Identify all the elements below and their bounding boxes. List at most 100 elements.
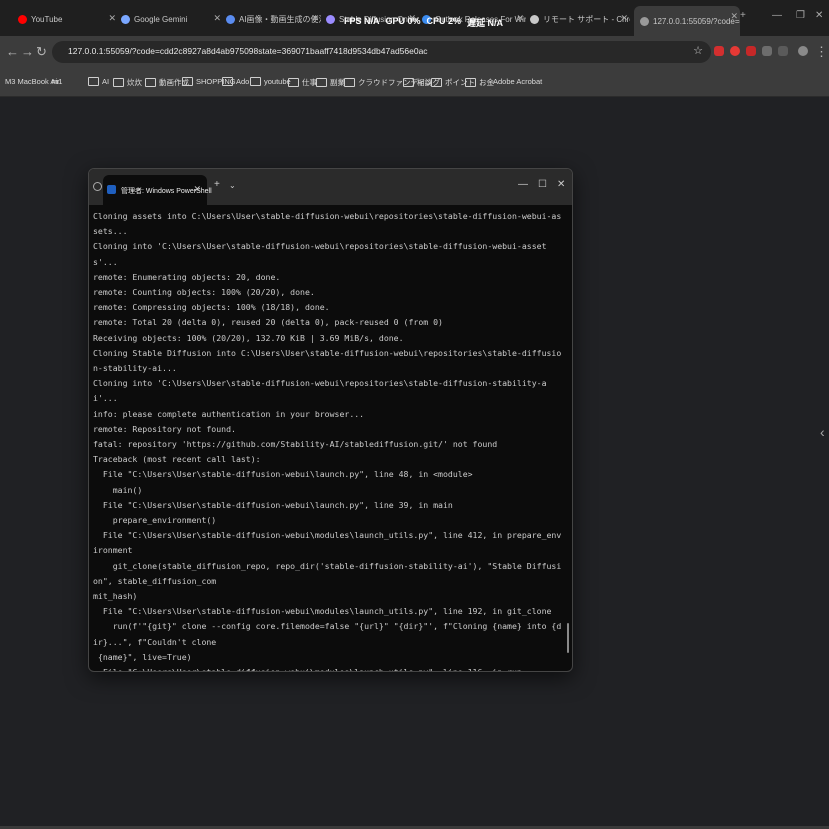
bookmark-label: 副業 xyxy=(330,78,345,87)
terminal-line: File "C:\Users\User\stable-diffusion-web… xyxy=(93,469,473,480)
bookmark-item[interactable]: AI xyxy=(88,77,109,86)
close-tab-icon[interactable]: ✕ xyxy=(108,13,116,24)
bookmark-item[interactable]: 副業 xyxy=(316,77,345,88)
new-tab-button[interactable]: + xyxy=(740,10,746,21)
terminal-maximize-icon[interactable]: ☐ xyxy=(538,179,547,190)
terminal-line: remote: Counting objects: 100% (20/20), … xyxy=(93,287,315,298)
forward-icon[interactable]: → xyxy=(21,44,34,59)
url-text[interactable]: 127.0.0.1:55059/?code=cdd2c8927a8d4ab975… xyxy=(68,46,428,56)
folder-icon xyxy=(316,78,327,87)
bookmark-item[interactable]: Adobe Acrobat xyxy=(493,77,542,86)
bookmark-label: m1 xyxy=(52,77,63,86)
folder-icon xyxy=(431,78,442,87)
back-icon[interactable]: ← xyxy=(6,44,19,59)
profile-avatar[interactable] xyxy=(798,46,808,56)
chevron-down-icon[interactable]: ⌄ xyxy=(229,181,236,190)
reload-icon[interactable]: ↻ xyxy=(36,44,47,60)
bookmark-item[interactable]: m1 xyxy=(52,77,62,86)
menu-kebab-icon[interactable]: ⋮ xyxy=(815,44,828,60)
close-tab-icon[interactable]: ✕ xyxy=(620,13,628,24)
terminal-line: File "C:\Users\User\stable-diffusion-web… xyxy=(93,530,562,556)
bookmark-star-icon[interactable]: ☆ xyxy=(693,44,703,57)
gpu-readout: GPU 0% xyxy=(385,16,421,26)
bookmark-label: youtube xyxy=(264,77,291,86)
tab-favicon-icon xyxy=(226,14,235,24)
terminal-line: Cloning into 'C:\Users\User\stable-diffu… xyxy=(93,241,547,267)
new-tab-icon[interactable]: + xyxy=(214,179,220,190)
powershell-window[interactable]: 管理者: Windows PowerShell ✕ + ⌄ — ☐ ✕ Clon… xyxy=(88,168,573,672)
terminal-line: run(f'"{git}" clone --config core.filemo… xyxy=(93,621,562,647)
terminal-title-bar: 管理者: Windows PowerShell ✕ + ⌄ — ☐ ✕ xyxy=(89,169,572,205)
terminal-line: info: please complete authentication in … xyxy=(93,408,365,419)
terminal-line: File "C:\Users\User\stable-diffusion-web… xyxy=(93,606,552,617)
tab-favicon-icon xyxy=(121,14,130,24)
terminal-line: Cloning into 'C:\Users\User\stable-diffu… xyxy=(93,378,547,404)
bookmark-label: お金 xyxy=(479,78,494,87)
terminal-line: mit_hash) xyxy=(93,591,138,602)
terminal-close-icon[interactable]: ✕ xyxy=(557,179,565,190)
terminal-tab[interactable]: 管理者: Windows PowerShell ✕ xyxy=(103,175,212,205)
bookmark-item[interactable]: お金 xyxy=(465,77,494,88)
folder-icon xyxy=(465,78,476,87)
terminal-line: Cloning Stable Diffusion into C:\Users\U… xyxy=(93,347,562,374)
minimize-icon[interactable]: — xyxy=(772,10,782,21)
close-tab-icon[interactable]: ✕ xyxy=(516,13,524,24)
powershell-icon xyxy=(107,185,116,194)
chevron-left-icon[interactable]: ‹ xyxy=(820,424,825,440)
browser-tab-label: AI画像・動画生成の使法:「Stabl xyxy=(239,14,321,24)
extension-icon[interactable] xyxy=(730,46,740,56)
bookmark-label: Adobe Acrobat xyxy=(493,77,543,86)
browser-tab[interactable]: 127.0.0.1:55059/?code=cdd2c8✕ xyxy=(634,6,740,36)
extension-icon[interactable] xyxy=(746,46,756,56)
terminal-line: Traceback (most recent call last): xyxy=(93,454,261,465)
folder-icon xyxy=(113,78,124,87)
omnibox[interactable]: 127.0.0.1:55059/?code=cdd2c8927a8d4ab975… xyxy=(52,41,711,63)
close-tab-icon[interactable]: ✕ xyxy=(193,184,201,195)
browser-tab[interactable]: AI画像・動画生成の使法:「Stabl✕ xyxy=(226,8,321,30)
bookmark-item[interactable]: Ado xyxy=(222,77,249,86)
bookmark-label: 仕事 xyxy=(302,78,317,87)
browser-tab[interactable]: YouTube ✕ xyxy=(18,8,118,30)
terminal-line: git_clone(stable_diffusion_repo, repo_di… xyxy=(93,560,562,586)
close-window-icon[interactable]: ✕ xyxy=(815,10,823,21)
terminal-line: prepare_environment() xyxy=(93,515,217,526)
terminal-line: remote: Enumerating objects: 20, done. xyxy=(93,271,281,282)
browser-tab-label: Google Gemini xyxy=(134,14,188,24)
extension-icon[interactable] xyxy=(714,46,724,56)
close-tab-icon[interactable]: ✕ xyxy=(213,13,221,24)
folder-icon xyxy=(222,77,233,86)
puzzle-icon[interactable] xyxy=(778,46,788,56)
performance-overlay: FPS N/A GPU 0% CPU 2% 遅延 N/A xyxy=(344,16,503,29)
folder-icon xyxy=(88,77,99,86)
terminal-line: File "C:\Users\User\stable-diffusion-web… xyxy=(93,499,453,510)
terminal-line: remote: Total 20 (delta 0), reused 20 (d… xyxy=(93,317,443,328)
close-tab-icon[interactable]: ✕ xyxy=(311,13,319,24)
terminal-minimize-icon[interactable]: — xyxy=(518,179,528,190)
tab-favicon-icon xyxy=(640,16,649,26)
browser-tab[interactable]: Google Gemini ✕ xyxy=(121,8,223,30)
folder-icon xyxy=(145,78,156,87)
tab-favicon-icon xyxy=(326,14,335,24)
tab-favicon-icon xyxy=(18,14,27,24)
bookmark-item[interactable]: 仕事 xyxy=(288,77,317,88)
terminal-line: {name}", live=True) xyxy=(93,651,192,662)
bookmark-label: 相談 xyxy=(417,78,432,87)
bookmark-item[interactable]: youtube xyxy=(250,77,291,86)
shield-icon xyxy=(93,182,102,191)
terminal-scrollbar[interactable] xyxy=(567,623,569,653)
folder-icon xyxy=(250,77,261,86)
bookmark-item[interactable]: 炊炊 xyxy=(113,77,142,88)
terminal-output[interactable]: Cloning assets into C:\Users\User\stable… xyxy=(93,209,563,671)
bookmark-label: Ado xyxy=(236,77,250,86)
folder-icon xyxy=(182,77,193,86)
terminal-line: Receiving objects: 100% (20/20), 132.70 … xyxy=(93,332,404,343)
browser-tab[interactable]: リモート サポート - Chrome リモート✕ xyxy=(530,8,630,30)
tab-favicon-icon xyxy=(530,14,539,24)
bookmark-item[interactable]: 相談 xyxy=(403,77,432,88)
maximize-icon[interactable]: ❐ xyxy=(796,10,805,21)
extension-icon[interactable] xyxy=(762,46,772,56)
terminal-line: remote: Compressing objects: 100% (18/18… xyxy=(93,302,330,313)
browser-tab-label: YouTube xyxy=(31,14,63,24)
terminal-line: File "C:\Users\User\stable-diffusion-web… xyxy=(93,665,563,671)
close-tab-icon[interactable]: ✕ xyxy=(730,11,738,22)
